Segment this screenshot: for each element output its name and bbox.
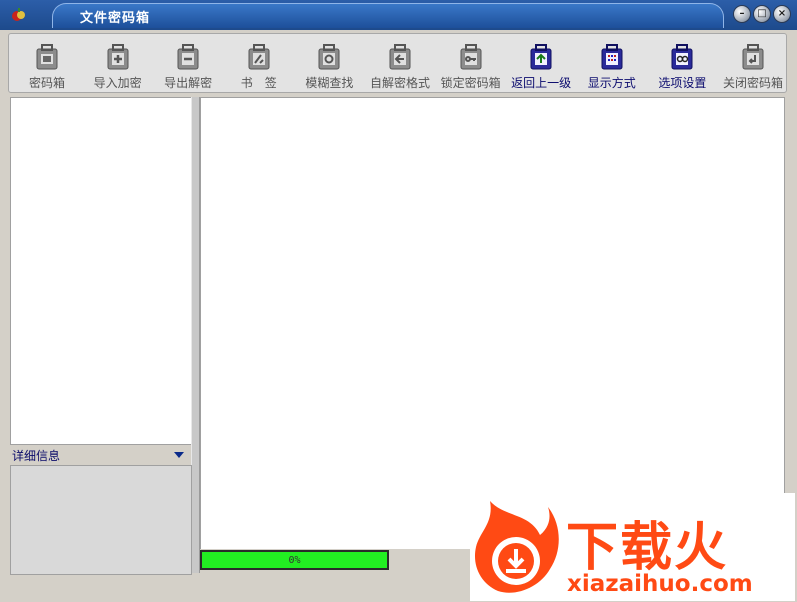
toolbar-button-1[interactable]: 导入加密 [82,38,154,90]
detail-panel [10,465,192,575]
toolbar-button-label: 关闭密码箱 [722,76,783,90]
panel-splitter[interactable] [191,97,200,573]
plus-icon [107,44,129,70]
toolbar-button-label: 显示方式 [587,76,636,90]
window-controls: – □ × [733,5,791,23]
restore-button[interactable]: □ [753,5,771,23]
chevron-down-icon[interactable] [174,452,184,458]
toolbar-button-label: 自解密格式 [369,76,430,90]
minimize-button[interactable]: – [733,5,751,23]
settings-icon [671,44,693,70]
file-list-pane[interactable] [200,97,785,551]
search-icon [318,44,340,70]
toolbar-button-3[interactable]: 书 签 [223,38,295,90]
toolbar-button-label: 返回上一级 [511,76,572,90]
app-window: 文件密码箱 – □ × 密码箱 导入加密 导出解密 书 签 模糊查找 自解密格式 锁定密码箱… [0,0,797,602]
close-box-icon [742,44,764,70]
toolbar-button-0[interactable]: 密码箱 [11,38,83,90]
close-button[interactable]: × [773,5,791,23]
flame-logo-icon [474,501,559,593]
watermark: 下载火 xiazaihuo.com [470,493,795,601]
toolbar-button-8[interactable]: 显示方式 [576,38,648,90]
toolbar-button-label: 模糊查找 [305,76,354,90]
toolbar-button-label: 书 签 [240,76,277,90]
main-toolbar: 密码箱 导入加密 导出解密 书 签 模糊查找 自解密格式 锁定密码箱 返回上一级 显示方式 选项设… [8,33,787,93]
watermark-chinese: 下载火 [566,518,729,578]
title-bar[interactable]: 文件密码箱 – □ × [0,0,797,30]
title-tab [52,3,724,28]
progress-text: 0% [288,555,301,566]
safe-icon [36,44,58,70]
toolbar-button-7[interactable]: 返回上一级 [505,38,577,90]
window-title: 文件密码箱 [80,11,151,26]
key-icon [460,44,482,70]
toolbar-button-5[interactable]: 自解密格式 [364,38,436,90]
toolbar-button-label: 导入加密 [93,76,142,90]
app-icon [12,8,25,21]
folder-tree[interactable] [10,97,192,445]
view-mode-icon [601,44,623,70]
toolbar-button-label: 锁定密码箱 [440,76,501,90]
toolbar-button-6[interactable]: 锁定密码箱 [435,38,507,90]
up-arrow-icon [530,44,552,70]
toolbar-button-2[interactable]: 导出解密 [152,38,224,90]
toolbar-button-label: 密码箱 [28,76,65,90]
toolbar-button-9[interactable]: 选项设置 [646,38,718,90]
watermark-domain: xiazaihuo.com [567,571,753,597]
detail-header[interactable]: 详细信息 [10,445,190,463]
toolbar-button-10[interactable]: 关闭密码箱 [717,38,789,90]
toolbar-button-4[interactable]: 模糊查找 [293,38,365,90]
progress-bar: 0% [200,550,389,570]
self-extract-icon [389,44,411,70]
bookmark-icon [248,44,270,70]
toolbar-button-label: 导出解密 [164,76,213,90]
detail-label: 详细信息 [12,449,61,463]
toolbar-button-label: 选项设置 [658,76,707,90]
minus-icon [177,44,199,70]
